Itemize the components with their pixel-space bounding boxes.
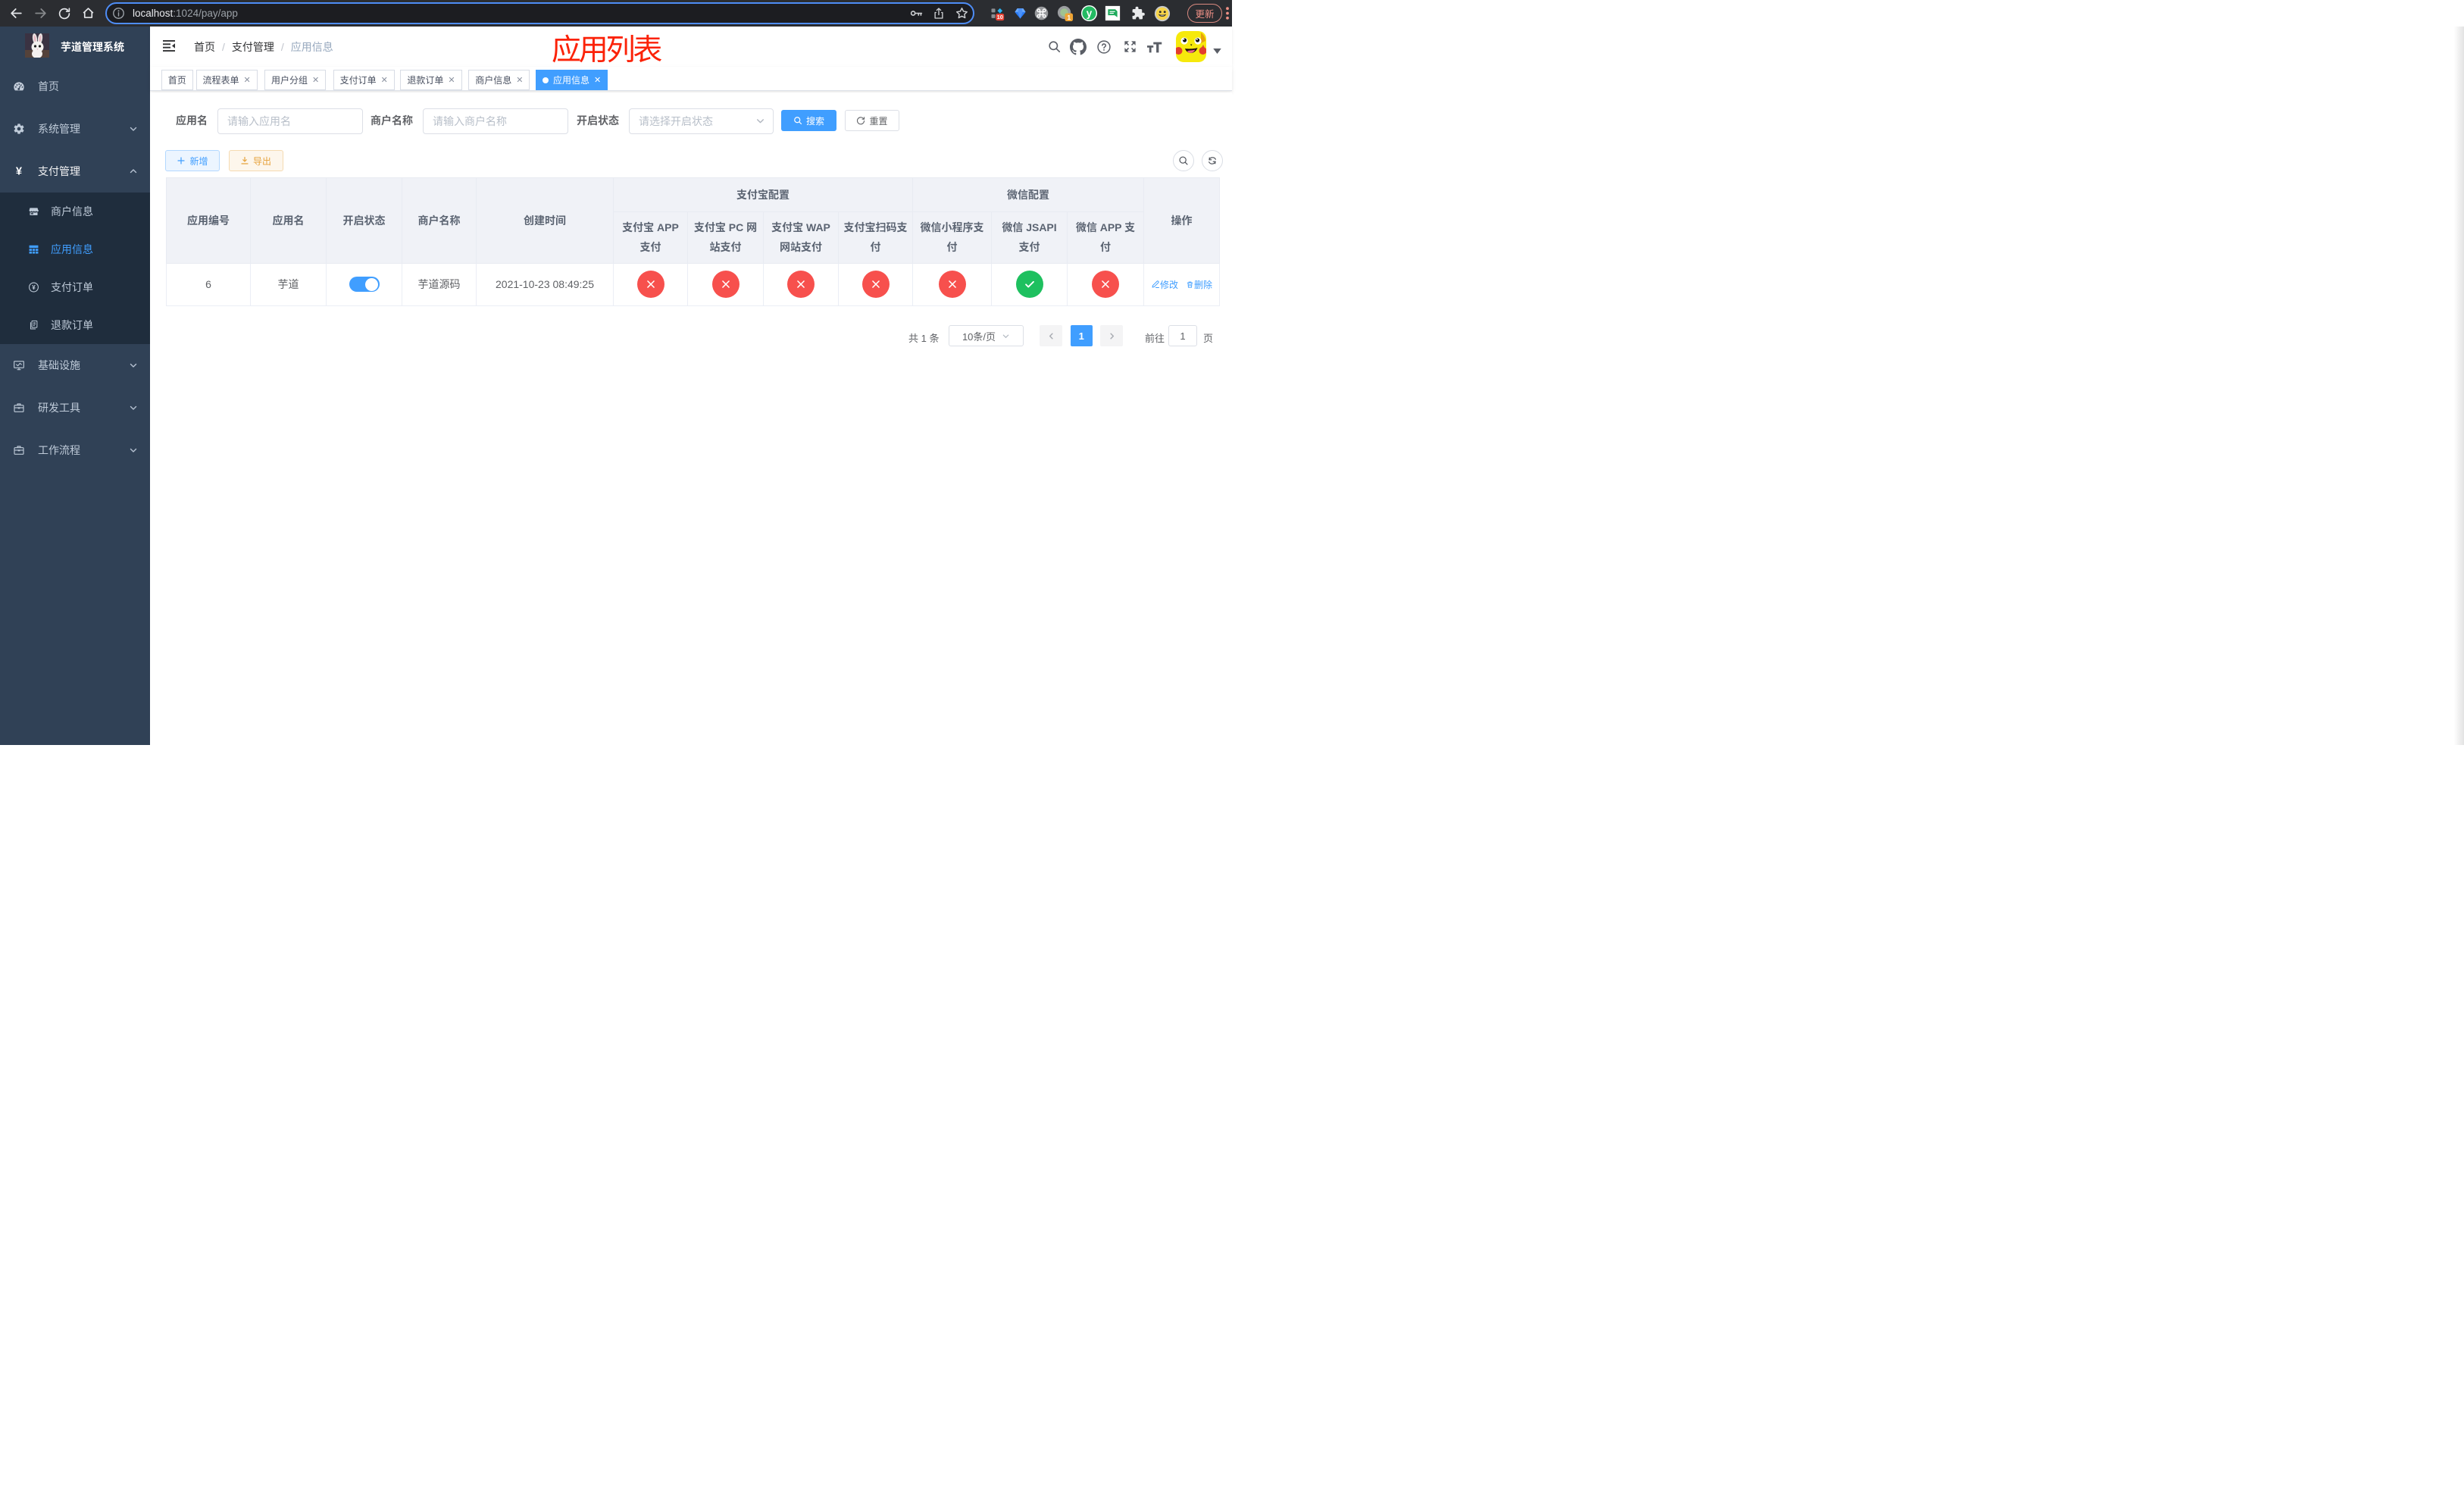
svg-text:¥: ¥: [32, 284, 36, 291]
svg-text:1: 1: [1067, 14, 1071, 21]
svg-text:¥: ¥: [16, 166, 23, 177]
svg-text:y: y: [1086, 8, 1092, 19]
svg-text:10: 10: [997, 14, 1003, 20]
